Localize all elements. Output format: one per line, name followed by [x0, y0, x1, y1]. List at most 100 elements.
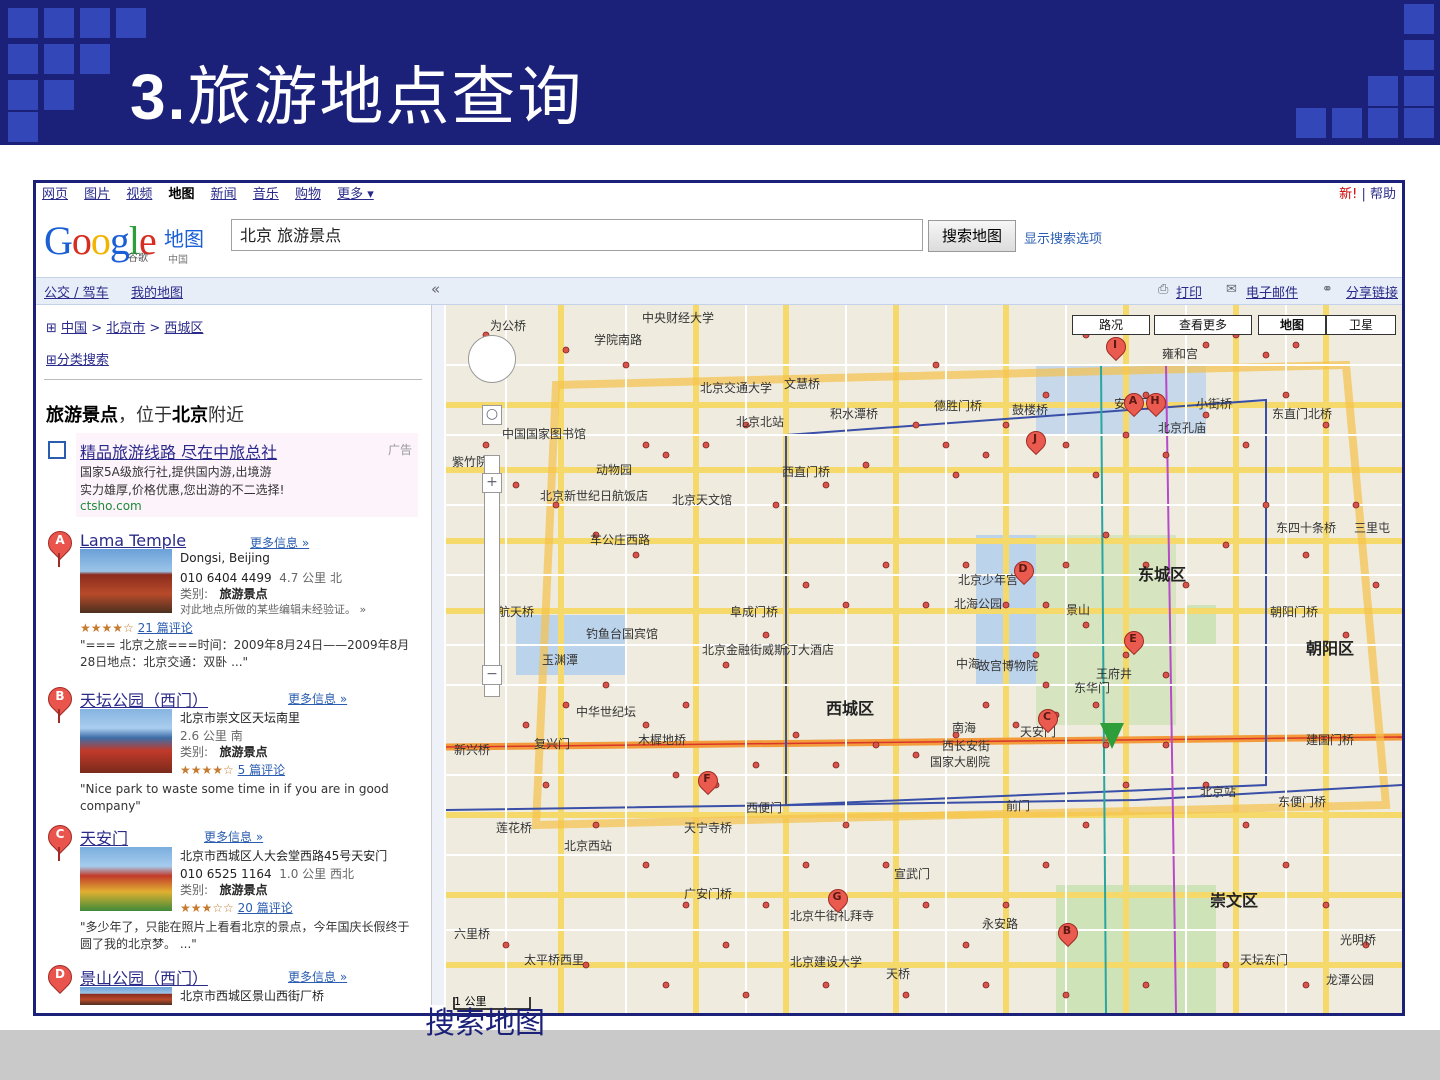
map-label: 车公庄西路: [590, 533, 651, 547]
map-label: 阜成门桥: [730, 605, 779, 619]
map-label: 东华门: [1074, 681, 1111, 695]
breadcrumb-beijing[interactable]: 北京市: [106, 321, 145, 336]
more-info-link[interactable]: 更多信息 »: [250, 534, 309, 551]
pan-control[interactable]: [468, 335, 516, 383]
map-district-label: 崇文区: [1210, 891, 1259, 910]
result-item[interactable]: A Lama Temple 更多信息 » Dongsi, Beijing 010…: [36, 526, 429, 681]
result-item[interactable]: C 天安门 更多信息 » 北京市西城区人大会堂西路45号天安门 010 6525…: [36, 820, 429, 975]
print-link[interactable]: 打印: [1176, 282, 1202, 301]
nav-more[interactable]: 更多 ▾: [337, 187, 374, 202]
street-view-icon[interactable]: ○: [482, 405, 502, 425]
result-address: 北京市西城区景山西街厂桥: [180, 989, 325, 1003]
map-label: 天桥: [886, 967, 911, 981]
help-link[interactable]: 帮助: [1370, 187, 1396, 202]
zoom-out-button[interactable]: −: [482, 665, 502, 685]
map-label: 中央财经大学: [642, 311, 715, 325]
decor-square: [44, 8, 74, 38]
map-label: 复兴门: [534, 737, 571, 751]
result-item[interactable]: B 天坛公园（西门） 更多信息 » 北京市崇文区天坛南里 2.6 公里 南 类别…: [36, 682, 429, 837]
reviews-link[interactable]: 20 篇评论: [238, 901, 293, 915]
slide-caption: 搜索地图: [425, 1006, 545, 1041]
collapse-panel-button[interactable]: «: [431, 280, 440, 298]
result-thumbnail[interactable]: [80, 847, 172, 911]
result-title[interactable]: 天安门: [80, 825, 128, 849]
nav-video[interactable]: 视频: [126, 187, 152, 202]
result-title[interactable]: 景山公园（西门）: [80, 965, 208, 989]
map-view-button[interactable]: 地图: [1258, 315, 1326, 335]
transit-link[interactable]: 公交 / 驾车: [44, 282, 109, 301]
email-link[interactable]: 电子邮件: [1246, 282, 1298, 301]
result-snippet: "=== 北京之旅===时间：2009年8月24日——2009年8月28日地点：…: [80, 638, 410, 669]
map-label: 中国国家图书馆: [502, 427, 587, 441]
map-district-label: 东城区: [1138, 565, 1187, 584]
decor-square: [8, 8, 38, 38]
my-maps-link[interactable]: 我的地图: [131, 282, 183, 301]
decor-square: [116, 8, 146, 38]
search-options-link[interactable]: 显示搜索选项: [1024, 228, 1102, 247]
decor-square: [1368, 108, 1398, 138]
result-title[interactable]: 天坛公园（西门）: [80, 687, 208, 711]
map-label: 北京牛街礼拜寺: [790, 909, 875, 923]
result-snippet: "多少年了，只能在照片上看看北京的景点，今年国庆长假终于圆了我的北京梦。 ...…: [80, 920, 410, 951]
nav-shopping[interactable]: 购物: [295, 187, 321, 202]
current-location-arrow-icon: [1100, 723, 1124, 749]
ad-icon: [48, 441, 66, 459]
breadcrumb-xicheng[interactable]: 西城区: [164, 321, 203, 336]
ad-url[interactable]: ctsho.com: [80, 499, 142, 513]
decor-square: [1296, 108, 1326, 138]
expand-icon[interactable]: ⊞: [46, 321, 57, 336]
reviews-link[interactable]: 5 篇评论: [238, 763, 285, 777]
map-label: 六里桥: [454, 927, 491, 941]
result-distance: 2.6 公里 南: [180, 729, 243, 743]
sponsored-ad[interactable]: 精品旅游线路 尽在中旅总社 广告 国家5A级旅行社,提供国内游,出境游 实力雄厚…: [76, 433, 418, 517]
heading-query: 旅游景点: [46, 405, 118, 426]
marker-letter: D: [55, 967, 65, 981]
map-label: 三里屯: [1354, 521, 1391, 535]
map-label: 东便门桥: [1278, 795, 1327, 809]
new-label[interactable]: 新!: [1339, 187, 1357, 202]
ad-title[interactable]: 精品旅游线路 尽在中旅总社: [80, 439, 277, 463]
map-label: 天宁寺桥: [684, 821, 733, 835]
result-title[interactable]: Lama Temple: [80, 531, 186, 550]
result-rating: ★★★★☆ 5 篇评论: [180, 761, 285, 778]
map-label: 北京站: [1200, 785, 1237, 799]
zoom-in-button[interactable]: +: [482, 473, 502, 493]
result-thumbnail[interactable]: [80, 549, 172, 613]
result-item[interactable]: D 景山公园（西门） 更多信息 » 北京市西城区景山西街厂桥: [36, 960, 429, 1005]
more-layers-button[interactable]: 查看更多: [1154, 315, 1252, 335]
result-category-line: 类别: 旅游景点: [180, 881, 268, 898]
nav-news[interactable]: 新闻: [211, 187, 237, 202]
search-maps-button[interactable]: 搜索地图: [928, 220, 1016, 252]
search-input[interactable]: 北京 旅游景点: [231, 219, 923, 251]
reviews-link[interactable]: 21 篇评论: [138, 621, 193, 635]
result-thumbnail[interactable]: [80, 987, 172, 1005]
traffic-button[interactable]: 路况: [1072, 315, 1150, 335]
map-label: 北京西站: [564, 839, 613, 853]
map-label: 莲花桥: [496, 821, 533, 835]
result-category-line: 类别: 旅游景点: [180, 743, 268, 760]
satellite-button[interactable]: 卫星: [1326, 315, 1396, 335]
more-info-link[interactable]: 更多信息 »: [204, 828, 263, 845]
logo-letter: o: [90, 218, 111, 263]
nav-music[interactable]: 音乐: [253, 187, 279, 202]
map-marker-label: E: [1129, 632, 1137, 645]
divider: [44, 379, 422, 380]
map-label: 鼓楼桥: [1012, 403, 1049, 417]
map-canvas[interactable]: 为公桥 中央财经大学 学院南路 文慧桥 北京交通大学 积水潭桥 德胜门桥 鼓楼桥…: [446, 305, 1402, 1013]
breadcrumb-china[interactable]: 中国: [61, 321, 87, 336]
map-label: 广安门桥: [684, 887, 733, 901]
category-search-link[interactable]: ⊞分类搜索: [46, 349, 109, 368]
decor-square: [8, 80, 38, 110]
nav-maps[interactable]: 地图: [168, 187, 194, 202]
results-scrollbar[interactable]: [431, 305, 444, 1005]
nav-web[interactable]: 网页: [42, 187, 68, 202]
map-label: 中华世纪坛: [576, 705, 637, 719]
more-info-link[interactable]: 更多信息 »: [288, 690, 347, 707]
result-thumbnail[interactable]: [80, 709, 172, 773]
more-info-link[interactable]: 更多信息 »: [288, 968, 347, 985]
share-link[interactable]: 分享链接: [1346, 282, 1398, 301]
result-distance: 1.0 公里 西北: [279, 867, 354, 881]
nav-images[interactable]: 图片: [84, 187, 110, 202]
map-label: 北京孔庙: [1158, 421, 1207, 435]
title-text: 旅游地点查询: [187, 61, 584, 135]
